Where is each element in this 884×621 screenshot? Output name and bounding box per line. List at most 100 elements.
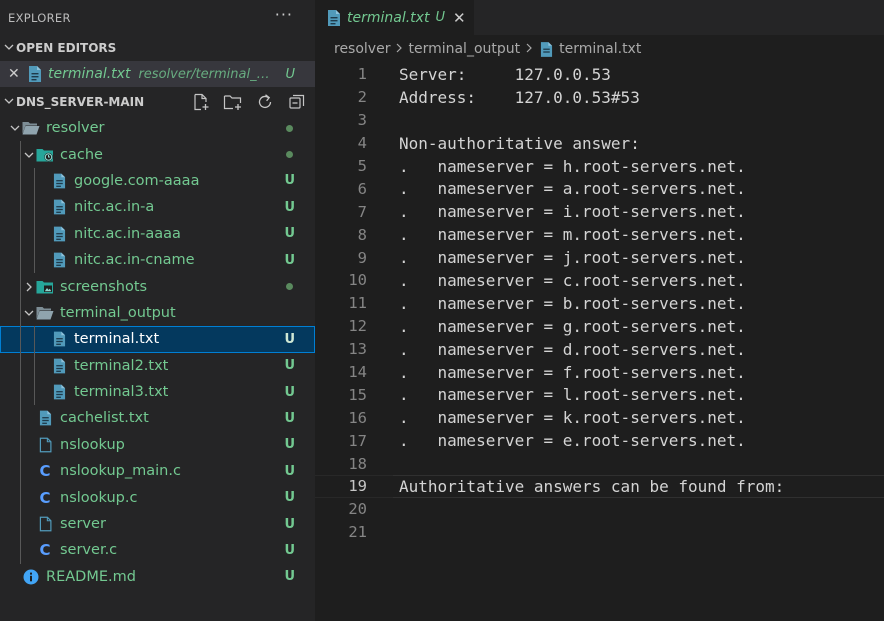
- code-editor[interactable]: 1 Server: 127.0.0.53 2 Address: 127.0.0.53#…: [315, 63, 884, 544]
- tree-folder[interactable]: terminal_output: [0, 300, 315, 326]
- code-line[interactable]: 4 Non-authoritative answer:: [315, 132, 884, 155]
- code-line[interactable]: 1 Server: 127.0.0.53: [315, 63, 884, 86]
- code-line[interactable]: 8 . nameserver = m.root-servers.net.: [315, 223, 884, 246]
- chevron-down-icon: [22, 150, 36, 160]
- chevron-down-icon: [2, 96, 16, 109]
- line-number: 10: [348, 271, 367, 290]
- tree-folder[interactable]: cache: [0, 141, 315, 167]
- workspace-title: DNS_SERVER-MAIN: [16, 95, 145, 109]
- open-editor-item[interactable]: ✕ terminal.txt resolver/terminal_output …: [0, 61, 315, 87]
- line-number: 5: [357, 157, 367, 175]
- code-line[interactable]: 15 . nameserver = l.root-servers.net.: [315, 383, 884, 406]
- code-line[interactable]: 10 . nameserver = c.root-servers.net.: [315, 269, 884, 292]
- code-line[interactable]: 9 . nameserver = j.root-servers.net.: [315, 246, 884, 269]
- tree-file[interactable]: terminal2.txt U: [0, 353, 315, 379]
- tree-file[interactable]: README.md U: [0, 564, 315, 590]
- breadcrumb-item[interactable]: resolver: [334, 41, 390, 57]
- indent-guide: [20, 141, 21, 564]
- line-number: 14: [348, 363, 367, 382]
- indent-guide: [34, 167, 35, 274]
- line-number: 19: [348, 477, 367, 496]
- tree-file[interactable]: Cnslookup_main.c U: [0, 458, 315, 484]
- line-number: 13: [348, 340, 367, 359]
- line-text: . nameserver = f.root-servers.net.: [399, 362, 746, 382]
- tree-item-label: screenshots: [60, 278, 148, 295]
- tree-file[interactable]: google.com-aaaa U: [0, 168, 315, 194]
- line-number: 7: [357, 202, 367, 221]
- breadcrumb: resolver terminal_output terminal.txt: [315, 35, 884, 63]
- code-line[interactable]: 3: [315, 109, 884, 132]
- workspace-header[interactable]: DNS_SERVER-MAIN: [0, 89, 315, 115]
- tree-file[interactable]: nitc.ac.in-cname U: [0, 247, 315, 273]
- line-text: . nameserver = i.root-servers.net.: [399, 202, 746, 222]
- code-line[interactable]: 14 . nameserver = f.root-servers.net.: [315, 361, 884, 384]
- tree-file[interactable]: nslookup U: [0, 432, 315, 458]
- more-actions-icon[interactable]: ···: [275, 5, 293, 24]
- code-line[interactable]: 5 . nameserver = h.root-servers.net.: [315, 155, 884, 178]
- tree-folder[interactable]: resolver: [0, 115, 315, 141]
- tree-file[interactable]: Cserver.c U: [0, 537, 315, 563]
- text-file-icon: [327, 9, 341, 26]
- tree-file[interactable]: cachelist.txt U: [0, 405, 315, 431]
- git-modified-dot: [286, 125, 293, 132]
- line-number: 9: [357, 248, 367, 267]
- line-number: 15: [348, 385, 367, 404]
- code-line[interactable]: 11 . nameserver = b.root-servers.net.: [315, 292, 884, 315]
- code-line[interactable]: 21: [315, 521, 884, 544]
- code-line[interactable]: 17 . nameserver = e.root-servers.net.: [315, 429, 884, 452]
- tree-file[interactable]: server U: [0, 511, 315, 537]
- line-text: . nameserver = c.root-servers.net.: [399, 270, 746, 290]
- refresh-icon[interactable]: [255, 93, 275, 111]
- chevron-right-icon: [525, 42, 533, 56]
- open-editors-header[interactable]: OPEN EDITORS: [0, 35, 315, 61]
- git-status-badge: U: [284, 490, 295, 506]
- chevron-right-icon: [395, 42, 403, 56]
- line-text: . nameserver = e.root-servers.net.: [399, 431, 746, 451]
- line-number: 17: [348, 431, 367, 450]
- tab-terminal-txt[interactable]: terminal.txt U ✕: [315, 0, 475, 35]
- editor-area: terminal.txt U ✕ resolver terminal_outpu…: [315, 0, 884, 621]
- images-folder-icon: [36, 278, 54, 296]
- code-line[interactable]: 19 Authoritative answers can be found fro…: [315, 475, 884, 498]
- indent-guide: [34, 326, 35, 406]
- close-icon[interactable]: ✕: [8, 66, 24, 82]
- git-status-badge: U: [284, 463, 295, 479]
- tree-item-label: nslookup: [60, 436, 125, 453]
- code-line[interactable]: 7 . nameserver = i.root-servers.net.: [315, 200, 884, 223]
- text-file-icon: [50, 251, 68, 269]
- code-line[interactable]: 6 . nameserver = a.root-servers.net.: [315, 177, 884, 200]
- code-line[interactable]: 20: [315, 498, 884, 521]
- code-line[interactable]: 2 Address: 127.0.0.53#53: [315, 86, 884, 109]
- line-text: . nameserver = d.root-servers.net.: [399, 339, 746, 359]
- tree-file[interactable]: nitc.ac.in-a U: [0, 194, 315, 220]
- code-line[interactable]: 18: [315, 452, 884, 475]
- c-file-icon: C: [39, 541, 51, 560]
- file-icon: [36, 515, 54, 533]
- breadcrumb-item[interactable]: terminal.txt: [559, 41, 641, 57]
- code-line[interactable]: 16 . nameserver = k.root-servers.net.: [315, 406, 884, 429]
- line-number: 6: [357, 179, 367, 198]
- code-line[interactable]: 12 . nameserver = g.root-servers.net.: [315, 315, 884, 338]
- code-line[interactable]: 13 . nameserver = d.root-servers.net.: [315, 338, 884, 361]
- git-status-badge: U: [284, 199, 295, 215]
- collapse-all-icon[interactable]: [287, 93, 307, 111]
- tree-file[interactable]: Cnslookup.c U: [0, 484, 315, 510]
- open-editor-name: terminal.txt: [48, 66, 131, 82]
- new-folder-icon[interactable]: [223, 93, 243, 111]
- tree-item-label: server.c: [60, 542, 118, 559]
- c-file-icon: C: [39, 462, 51, 481]
- cache-folder-icon: [36, 146, 54, 164]
- tree-file[interactable]: terminal3.txt U: [0, 379, 315, 405]
- close-tab-icon[interactable]: ✕: [453, 9, 466, 27]
- tree-file[interactable]: terminal.txt U: [0, 326, 315, 353]
- line-text: . nameserver = l.root-servers.net.: [399, 385, 746, 405]
- tree-file[interactable]: nitc.ac.in-aaaa U: [0, 221, 315, 247]
- text-file-icon: [50, 330, 68, 348]
- breadcrumb-item[interactable]: terminal_output: [408, 41, 520, 57]
- new-file-icon[interactable]: [191, 93, 211, 111]
- tree-folder[interactable]: screenshots: [0, 273, 315, 299]
- git-status-badge: U: [285, 66, 295, 82]
- git-status-badge: U: [284, 384, 295, 400]
- line-number: 4: [357, 134, 367, 153]
- line-number: 21: [348, 523, 367, 542]
